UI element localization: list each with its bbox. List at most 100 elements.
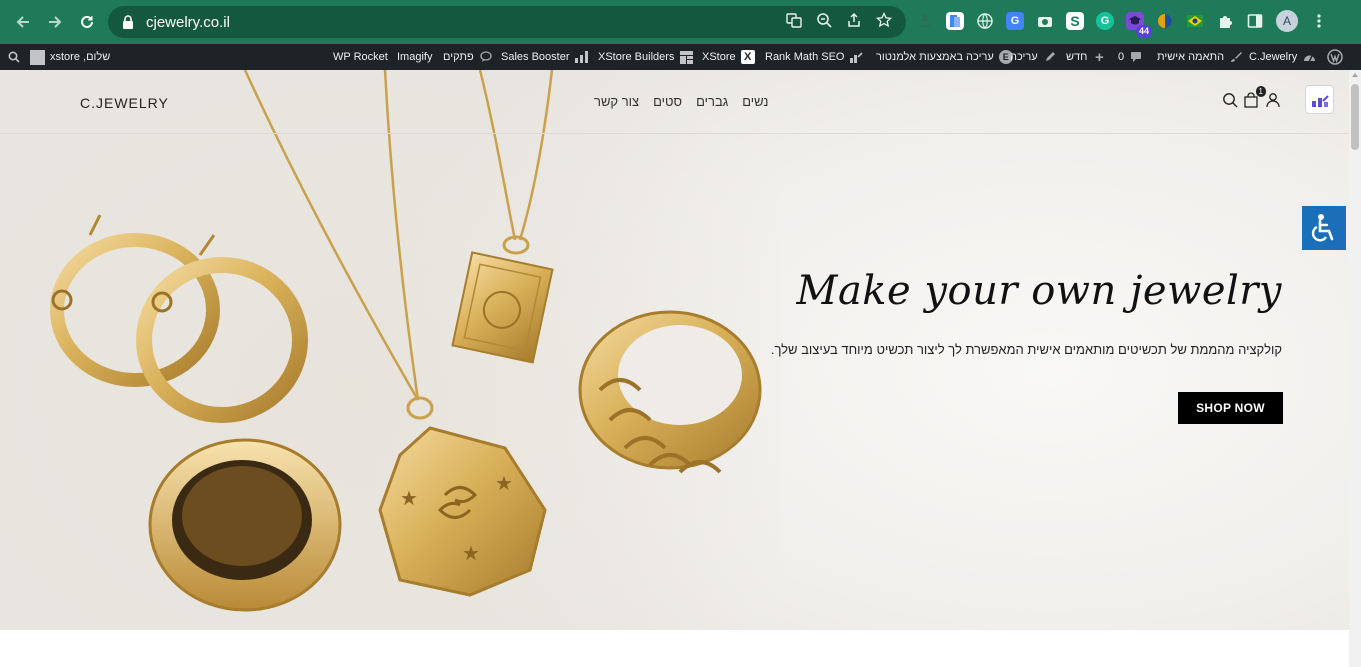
flag-extension-icon[interactable] <box>1186 12 1204 30</box>
speech-bubble-icon <box>479 50 493 64</box>
wordpress-logo-icon <box>1327 49 1343 65</box>
s-extension-icon[interactable]: S <box>1066 12 1084 30</box>
main-menu: נשים גברים סטים צור קשר <box>594 94 768 109</box>
admin-sales-booster[interactable]: Sales Booster <box>501 44 588 70</box>
svg-text:★: ★ <box>495 471 513 495</box>
admin-snippets[interactable]: פתקים <box>443 44 493 70</box>
url-text: cjewelry.co.il <box>146 13 230 31</box>
forward-arrow-icon <box>49 16 62 28</box>
rank-math-icon <box>1311 94 1329 107</box>
admin-rank-math[interactable]: Rank Math SEO <box>765 44 864 70</box>
cart-icon[interactable]: 1 <box>1244 86 1266 108</box>
admin-site-name[interactable]: C.Jewelry <box>1249 44 1316 70</box>
search-icon[interactable] <box>1222 92 1238 108</box>
forward-button[interactable] <box>40 7 70 37</box>
google-translate-extension-icon[interactable]: G <box>1006 12 1024 30</box>
search-icon <box>8 51 20 63</box>
camera-extension-icon[interactable] <box>1036 12 1054 30</box>
back-button[interactable] <box>8 7 38 37</box>
edit-label: עריכה <box>1010 51 1038 63</box>
menu-item-women[interactable]: נשים <box>742 94 768 109</box>
site-name-label: C.Jewelry <box>1249 51 1298 63</box>
imagify-label: Imagify <box>397 51 433 63</box>
admin-edit[interactable]: עריכה <box>1010 44 1057 70</box>
shop-now-button[interactable]: SHOP NOW <box>1178 392 1283 424</box>
recycle-extension-icon[interactable] <box>916 12 934 30</box>
comments-count: 0 <box>1118 51 1125 63</box>
page-scrollbar[interactable] <box>1349 70 1361 667</box>
side-panel-icon[interactable] <box>1246 12 1264 30</box>
hero-title: Make your own jewelry <box>796 268 1282 314</box>
pencil-icon <box>1043 50 1057 64</box>
extensions-puzzle-icon[interactable] <box>1216 12 1234 30</box>
reload-icon <box>81 15 93 28</box>
new-label: חדש <box>1066 51 1088 63</box>
scroll-up-arrow-icon[interactable] <box>1352 73 1358 77</box>
color-circle-extension-icon[interactable] <box>1156 12 1174 30</box>
xstore-x-icon: X <box>740 50 755 64</box>
profile-avatar[interactable]: A <box>1276 10 1298 32</box>
comment-icon <box>1129 50 1143 64</box>
admin-search-button[interactable] <box>8 44 20 70</box>
rank-math-label: Rank Math SEO <box>765 51 845 63</box>
lock-icon <box>122 15 136 29</box>
customize-label: התאמה אישית <box>1157 51 1225 63</box>
builder-grid-icon <box>679 50 693 64</box>
wp-admin-bar: שלום, xstore WP Rocket Imagify פתקים Sal… <box>0 44 1361 70</box>
bar-chart-icon <box>574 50 588 64</box>
site-header: C.JEWELRY נשים גברים סטים צור קשר 1 <box>0 70 1349 134</box>
svg-text:★: ★ <box>400 486 418 510</box>
dashboard-gauge-icon <box>1302 50 1316 64</box>
elementor-edit-label: עריכה באמצעות אלמנטור <box>876 51 994 63</box>
plus-icon: + <box>1094 48 1104 66</box>
paintbrush-icon <box>1229 50 1243 64</box>
reload-button[interactable] <box>72 7 102 37</box>
user-avatar <box>30 49 45 65</box>
menu-item-contact[interactable]: צור קשר <box>594 94 639 109</box>
svg-text:★: ★ <box>462 541 480 565</box>
address-bar[interactable]: cjewelry.co.il <box>108 6 906 38</box>
menu-item-sets[interactable]: סטים <box>653 94 682 109</box>
admin-xstore-builders[interactable]: XStore Builders <box>598 44 693 70</box>
docs-extension-icon[interactable] <box>946 12 964 30</box>
zoom-icon[interactable] <box>816 12 832 32</box>
admin-elementor-edit[interactable]: עריכה באמצעות אלמנטור E <box>876 44 1013 70</box>
grammarly-extension-icon[interactable]: G <box>1096 12 1114 30</box>
browser-toolbar: cjewelry.co.il G S G 44 A <box>0 0 1361 44</box>
wp-rocket-label: WP Rocket <box>333 51 388 63</box>
menu-item-men[interactable]: גברים <box>696 94 728 109</box>
wheelchair-icon <box>1311 214 1334 242</box>
hero-section: ★ ★ ★ C.JEWELRY נשים גברים סטים צור קשר … <box>0 70 1349 630</box>
bookmark-star-icon[interactable] <box>875 11 893 32</box>
admin-greeting: שלום, xstore <box>50 51 111 63</box>
accessibility-button[interactable] <box>1302 206 1346 250</box>
header-icons: 1 <box>1222 86 1282 108</box>
graduation-cap-extension-icon[interactable]: 44 <box>1126 12 1152 38</box>
extension-badge: 44 <box>1135 25 1152 38</box>
share-icon[interactable] <box>846 12 862 32</box>
back-arrow-icon <box>16 16 29 28</box>
admin-new[interactable]: חדש + <box>1066 44 1106 70</box>
admin-imagify[interactable]: Imagify <box>397 44 432 70</box>
admin-xstore[interactable]: XStore X <box>702 44 755 70</box>
admin-customize[interactable]: התאמה אישית <box>1157 44 1243 70</box>
globe-extension-icon[interactable] <box>976 12 994 30</box>
rank-math-floating-button[interactable] <box>1305 85 1334 114</box>
admin-comments[interactable]: 0 <box>1118 44 1143 70</box>
scrollbar-thumb[interactable] <box>1351 84 1359 150</box>
rank-math-icon <box>849 50 864 64</box>
hero-subtitle: קולקציה מהממת של תכשיטים מותאמים אישית ה… <box>770 342 1282 357</box>
account-icon[interactable] <box>1266 92 1282 108</box>
admin-wp-rocket[interactable]: WP Rocket <box>333 44 388 70</box>
translate-icon[interactable] <box>786 12 802 32</box>
sales-booster-label: Sales Booster <box>501 51 570 63</box>
xstore-label: XStore <box>702 51 736 63</box>
admin-my-account[interactable]: שלום, xstore <box>30 44 110 70</box>
snippets-label: פתקים <box>443 51 474 63</box>
site-logo[interactable]: C.JEWELRY <box>80 95 169 111</box>
wordpress-logo-button[interactable] <box>1327 44 1343 70</box>
xstore-builders-label: XStore Builders <box>598 51 675 63</box>
chrome-menu-icon[interactable] <box>1310 12 1328 30</box>
cart-count-badge: 1 <box>1255 86 1266 97</box>
web-page: ★ ★ ★ C.JEWELRY נשים גברים סטים צור קשר … <box>0 70 1349 667</box>
